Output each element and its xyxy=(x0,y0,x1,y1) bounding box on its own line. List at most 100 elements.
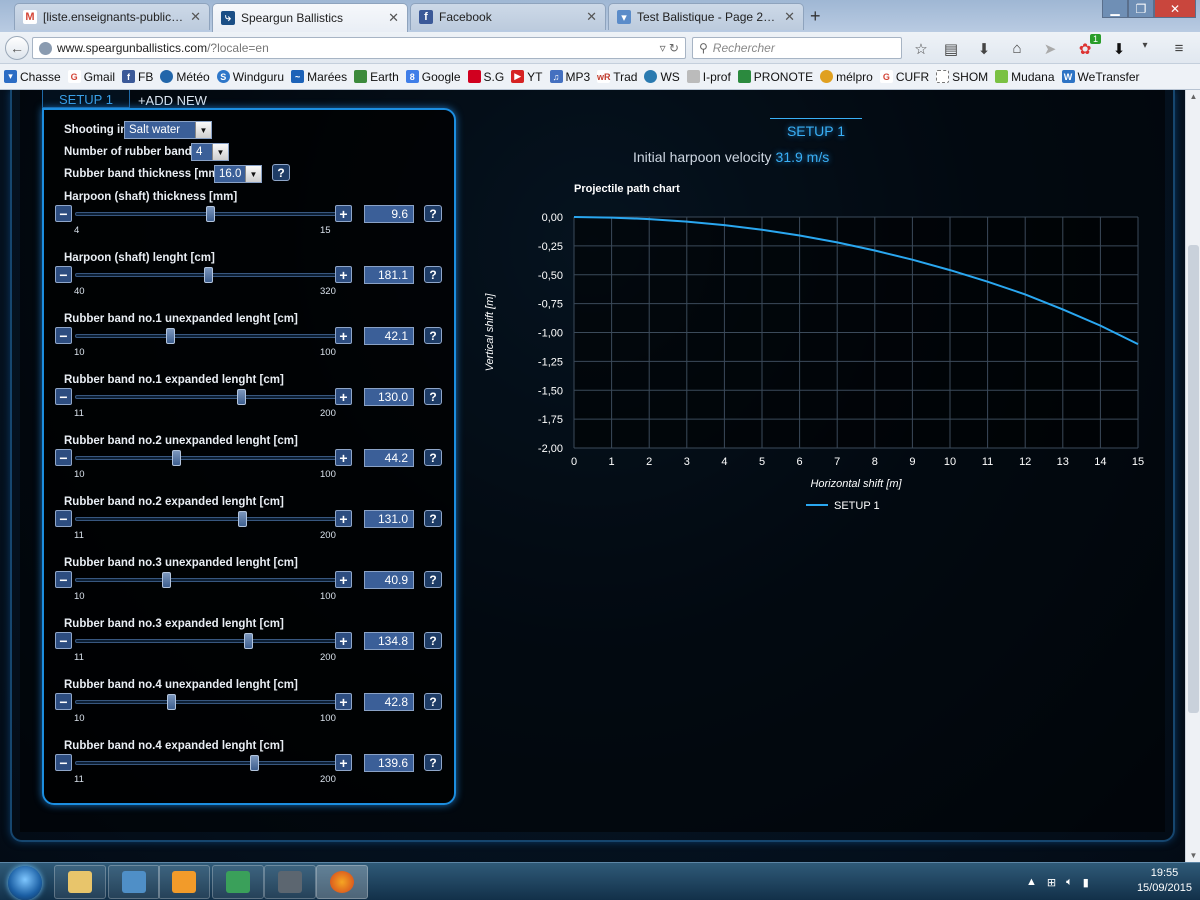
slider-value-input[interactable]: 131.0 xyxy=(364,510,414,528)
slider-value-input[interactable]: 9.6 xyxy=(364,205,414,223)
minus-button[interactable]: − xyxy=(55,449,72,466)
slider-thumb[interactable] xyxy=(250,755,260,771)
shooting-in-select[interactable]: Salt water ▼ xyxy=(124,121,212,139)
plus-button[interactable]: + xyxy=(335,205,352,222)
slider-value-input[interactable]: 139.6 xyxy=(364,754,414,772)
slider-track[interactable] xyxy=(75,450,339,466)
bookmark-gmail[interactable]: G Gmail xyxy=(67,70,115,84)
slider-value-input[interactable]: 42.8 xyxy=(364,693,414,711)
plus-button[interactable]: + xyxy=(335,327,352,344)
taskbar-app-4[interactable] xyxy=(212,865,264,899)
url-bar[interactable]: www.speargunballistics.com /?locale=en ▿… xyxy=(32,37,686,59)
new-tab-button[interactable]: + xyxy=(810,6,821,27)
bookmark-meteo[interactable]: Météo xyxy=(160,70,210,84)
bookmark-star-icon[interactable]: ☆ xyxy=(912,40,930,58)
download-arrow-icon[interactable]: ⬇ xyxy=(1110,40,1128,58)
slider-track[interactable] xyxy=(75,633,339,649)
taskbar-firefox[interactable] xyxy=(316,865,368,899)
minus-button[interactable]: − xyxy=(55,510,72,527)
slider-track[interactable] xyxy=(75,572,339,588)
slider-thumb[interactable] xyxy=(237,389,247,405)
minus-button[interactable]: − xyxy=(55,632,72,649)
slider-thumb[interactable] xyxy=(205,206,215,222)
slider-value-input[interactable]: 42.1 xyxy=(364,327,414,345)
tab-add-new[interactable]: +ADD NEW xyxy=(130,90,223,108)
minus-button[interactable]: − xyxy=(55,571,72,588)
help-button[interactable]: ? xyxy=(424,327,442,344)
slider-thumb[interactable] xyxy=(161,572,171,588)
bookmark-shom[interactable]: SHOM xyxy=(936,70,988,84)
downloads-icon[interactable]: ⬇ xyxy=(975,40,993,58)
help-button[interactable]: ? xyxy=(424,266,442,283)
bookmark-fb[interactable]: f FB xyxy=(122,70,153,84)
start-button[interactable] xyxy=(8,866,42,900)
browser-tab-forum[interactable]: ▾ Test Balistique - Page 2 - C... ✕ xyxy=(608,3,804,30)
close-icon[interactable]: ✕ xyxy=(388,10,399,26)
rubber-band-thickness-select[interactable]: 16.0 ▼ xyxy=(214,165,262,183)
plus-button[interactable]: + xyxy=(335,388,352,405)
bookmark-sg[interactable]: S.G xyxy=(467,70,504,84)
restore-button[interactable]: ❐ xyxy=(1128,0,1154,18)
bookmark-pronote[interactable]: PRONOTE xyxy=(737,70,813,84)
slider-value-input[interactable]: 44.2 xyxy=(364,449,414,467)
bookmark-mp3[interactable]: ♫ MP3 xyxy=(549,70,590,84)
help-button[interactable]: ? xyxy=(424,632,442,649)
slider-track[interactable] xyxy=(75,206,339,222)
bookmark-melpro[interactable]: mélpro xyxy=(820,70,873,84)
close-icon[interactable]: ✕ xyxy=(784,9,795,25)
reload-icon[interactable]: ▿ ↻ xyxy=(660,41,679,55)
menu-icon[interactable]: ≡ xyxy=(1170,40,1188,57)
slider-thumb[interactable] xyxy=(238,511,248,527)
close-icon[interactable]: ✕ xyxy=(190,9,201,25)
scroll-down-icon[interactable]: ▼ xyxy=(1186,851,1200,860)
browser-tab-speargun[interactable]: ⤷ Speargun Ballistics ✕ xyxy=(212,3,408,32)
volume-icon[interactable]: 🔈︎ xyxy=(1066,876,1073,889)
slider-track[interactable] xyxy=(75,389,339,405)
taskbar-app-5[interactable] xyxy=(264,865,316,899)
bookmark-iprof[interactable]: I-prof xyxy=(686,70,731,84)
tab-setup-1[interactable]: SETUP 1 xyxy=(42,90,130,108)
network-icon[interactable]: ▮ xyxy=(1083,876,1089,889)
bookmark-ws[interactable]: WS xyxy=(644,70,680,84)
plus-button[interactable]: + xyxy=(335,632,352,649)
minimize-button[interactable]: ▁ xyxy=(1102,0,1128,18)
plus-button[interactable]: + xyxy=(335,571,352,588)
bookmark-chasse[interactable]: ▾ Chasse xyxy=(4,70,61,84)
plus-button[interactable]: + xyxy=(335,510,352,527)
help-button[interactable]: ? xyxy=(424,510,442,527)
slider-track[interactable] xyxy=(75,328,339,344)
close-window-button[interactable]: ✕ xyxy=(1154,0,1196,18)
clock[interactable]: 19:55 15/09/2015 xyxy=(1137,866,1192,896)
bookmarks-list-icon[interactable]: ▤ xyxy=(942,40,960,58)
bookmark-cufr[interactable]: G CUFR xyxy=(879,70,929,84)
taskbar-media[interactable] xyxy=(158,865,210,899)
minus-button[interactable]: − xyxy=(55,266,72,283)
slider-thumb[interactable] xyxy=(167,694,177,710)
minus-button[interactable]: − xyxy=(55,388,72,405)
minus-button[interactable]: − xyxy=(55,754,72,771)
slider-track[interactable] xyxy=(75,694,339,710)
plus-button[interactable]: + xyxy=(335,693,352,710)
home-icon[interactable]: ⌂ xyxy=(1008,40,1026,57)
bookmark-yt[interactable]: ▶ YT xyxy=(511,70,543,84)
taskbar-explorer[interactable] xyxy=(54,865,106,899)
slider-track[interactable] xyxy=(75,267,339,283)
help-button[interactable]: ? xyxy=(424,205,442,222)
slider-value-input[interactable]: 130.0 xyxy=(364,388,414,406)
minus-button[interactable]: − xyxy=(55,205,72,222)
back-button[interactable]: ← xyxy=(5,36,29,60)
chevron-down-icon[interactable]: ▾ xyxy=(1136,40,1154,51)
help-button[interactable]: ? xyxy=(424,449,442,466)
bookmark-mudana[interactable]: Mudana xyxy=(995,70,1055,84)
send-icon[interactable]: ➤ xyxy=(1041,40,1059,58)
slider-thumb[interactable] xyxy=(243,633,253,649)
bookmark-wetransfer[interactable]: W WeTransfer xyxy=(1061,70,1140,84)
bookmark-google[interactable]: 8 Google xyxy=(405,70,461,84)
slider-thumb[interactable] xyxy=(165,328,175,344)
help-button[interactable]: ? xyxy=(272,164,290,181)
close-icon[interactable]: ✕ xyxy=(586,9,597,25)
help-button[interactable]: ? xyxy=(424,754,442,771)
slider-value-input[interactable]: 181.1 xyxy=(364,266,414,284)
plus-button[interactable]: + xyxy=(335,754,352,771)
bookmark-marees[interactable]: ~ Marées xyxy=(291,70,347,84)
